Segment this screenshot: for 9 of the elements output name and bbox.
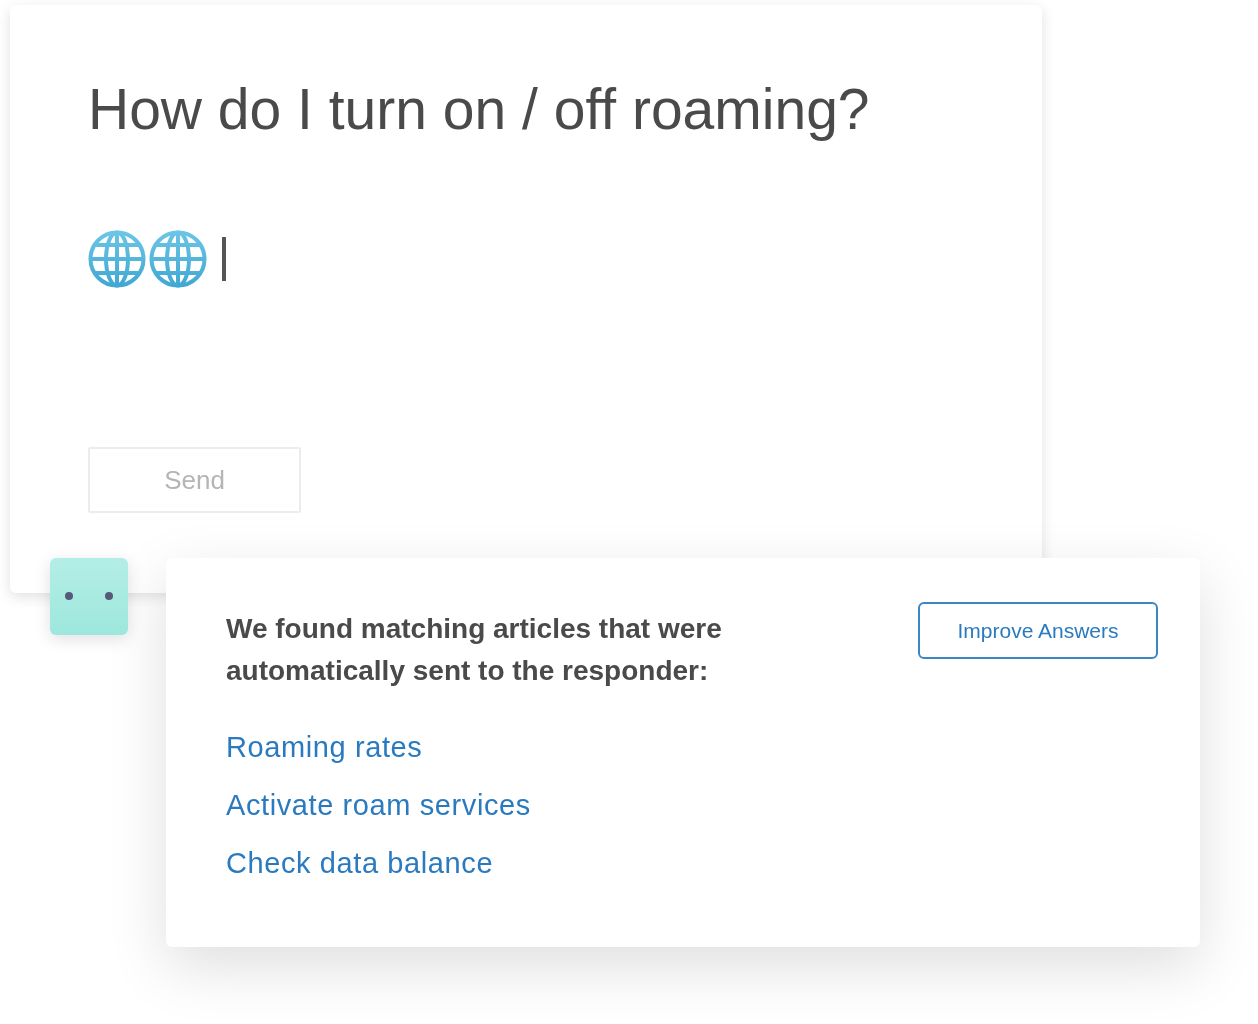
improve-answers-button[interactable]: Improve Answers: [918, 602, 1158, 659]
bot-face-icon: [50, 558, 128, 635]
globe-icon: [149, 230, 207, 288]
answer-message: We found matching articles that were automatically sent to the responder:: [226, 612, 723, 688]
question-title: How do I turn on / off roaming?: [88, 77, 871, 141]
article-link[interactable]: Activate roam services: [226, 784, 531, 827]
article-link[interactable]: Check data balance: [226, 842, 494, 885]
article-link[interactable]: Roaming rates: [226, 726, 423, 769]
globe-icon: [88, 230, 146, 288]
